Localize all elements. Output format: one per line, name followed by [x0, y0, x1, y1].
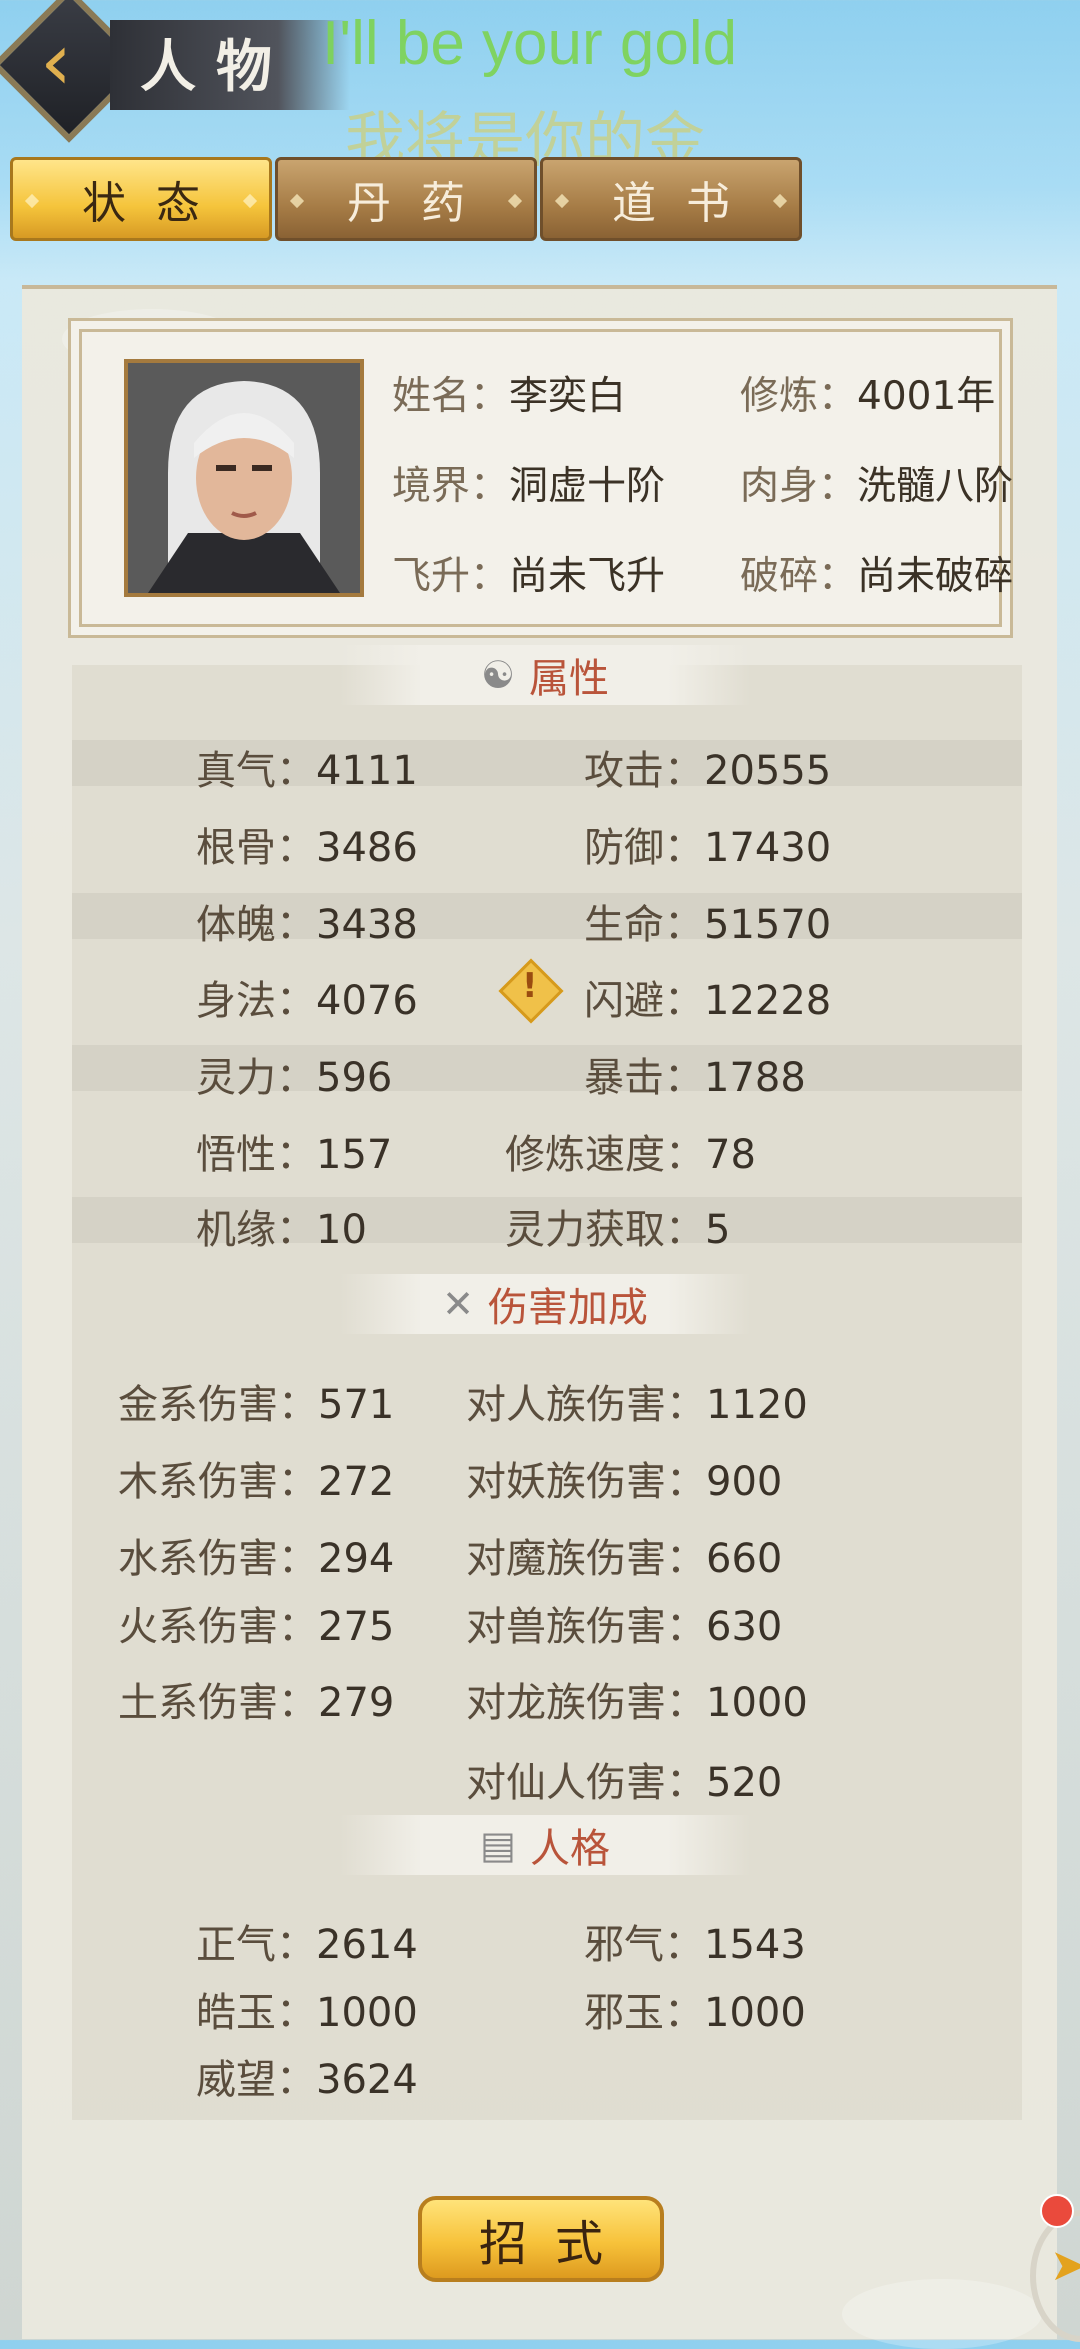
dmg-earth: 土系伤害：279 — [118, 1680, 395, 1726]
tab-daoist-books[interactable]: 道书 — [540, 157, 802, 241]
crossed-swords-icon: ✕ — [442, 1282, 474, 1326]
dmg-water: 水系伤害：294 — [118, 1536, 395, 1582]
dmg-vs-immortal: 对仙人伤害：520 — [466, 1760, 783, 1806]
pers-evil: 邪气：1543 — [584, 1922, 806, 1968]
stat-agility: 身法：4076 — [196, 978, 418, 1024]
arrow-icon[interactable]: ➤ — [1050, 2240, 1080, 2291]
overlay-caption-en: I'll be your gold — [322, 9, 738, 78]
dmg-vs-demon: 对魔族伤害：660 — [466, 1536, 783, 1582]
field-realm: 境界：洞虚十阶 — [392, 464, 666, 509]
stat-physique: 体魄：3438 — [196, 902, 418, 948]
avatar-portrait — [128, 363, 360, 593]
dmg-wood: 木系伤害：272 — [118, 1459, 395, 1505]
notification-dot — [1040, 2194, 1074, 2228]
section-damage-header: ✕ 伤害加成 — [340, 1274, 750, 1334]
stat-life: 生命：51570 — [584, 902, 832, 948]
pers-evil-jade: 邪玉：1000 — [584, 1990, 806, 2036]
stat-cultivation-speed: 修炼速度：78 — [505, 1132, 756, 1178]
stat-spirit-gain: 灵力获取：5 — [505, 1207, 731, 1253]
dmg-fire: 火系伤害：275 — [118, 1604, 395, 1650]
pers-white-jade: 皓玉：1000 — [196, 1990, 418, 2036]
character-avatar[interactable] — [124, 359, 364, 597]
tab-status[interactable]: 状态 — [10, 157, 272, 241]
tab-elixirs[interactable]: 丹药 — [275, 157, 537, 241]
field-shatter: 破碎：尚未破碎 — [740, 554, 1014, 599]
dmg-vs-beast: 对兽族伤害：630 — [466, 1604, 783, 1650]
pers-prestige: 威望：3624 — [196, 2057, 418, 2103]
pers-righteous: 正气：2614 — [196, 1922, 418, 1968]
skills-button[interactable]: 招式 — [418, 2196, 664, 2282]
scroll-icon: ▤ — [480, 1823, 516, 1867]
section-attributes-header: ☯ 属性 — [340, 645, 750, 705]
field-name: 姓名：李奕白 — [392, 374, 627, 419]
tab-elixirs-label: 丹药 — [347, 178, 495, 229]
stat-comprehension: 悟性：157 — [196, 1132, 393, 1178]
dmg-vs-dragon: 对龙族伤害：1000 — [466, 1680, 808, 1726]
tab-daoist-books-label: 道书 — [612, 178, 760, 229]
section-personality-header: ▤ 人格 — [340, 1815, 750, 1875]
dmg-vs-human: 对人族伤害：1120 — [466, 1382, 808, 1428]
stat-fortune: 机缘：10 — [196, 1207, 367, 1253]
page-title: 人物 — [140, 34, 292, 100]
dmg-vs-demon-beast: 对妖族伤害：900 — [466, 1459, 783, 1505]
field-ascension: 飞升：尚未飞升 — [392, 554, 666, 599]
field-body: 肉身：洗髓八阶 — [740, 464, 1014, 509]
dmg-metal: 金系伤害：571 — [118, 1382, 395, 1428]
stat-defense: 防御：17430 — [584, 825, 832, 871]
tab-status-label: 状态 — [82, 178, 230, 229]
stat-root-bone: 根骨：3486 — [196, 825, 418, 871]
stat-zhenqi: 真气：4111 — [196, 748, 418, 794]
stat-spirit-power: 灵力：596 — [196, 1055, 393, 1101]
stat-evasion: 闪避：12228 — [584, 978, 832, 1024]
field-cultivation: 修炼：4001年 — [740, 374, 996, 419]
yin-yang-icon: ☯ — [480, 653, 516, 697]
stat-attack: 攻击：20555 — [584, 748, 832, 794]
stat-crit: 暴击：1788 — [584, 1055, 806, 1101]
tab-bar: 状态 丹药 道书 — [10, 157, 810, 241]
chevron-left-icon[interactable]: ‹ — [40, 22, 72, 102]
